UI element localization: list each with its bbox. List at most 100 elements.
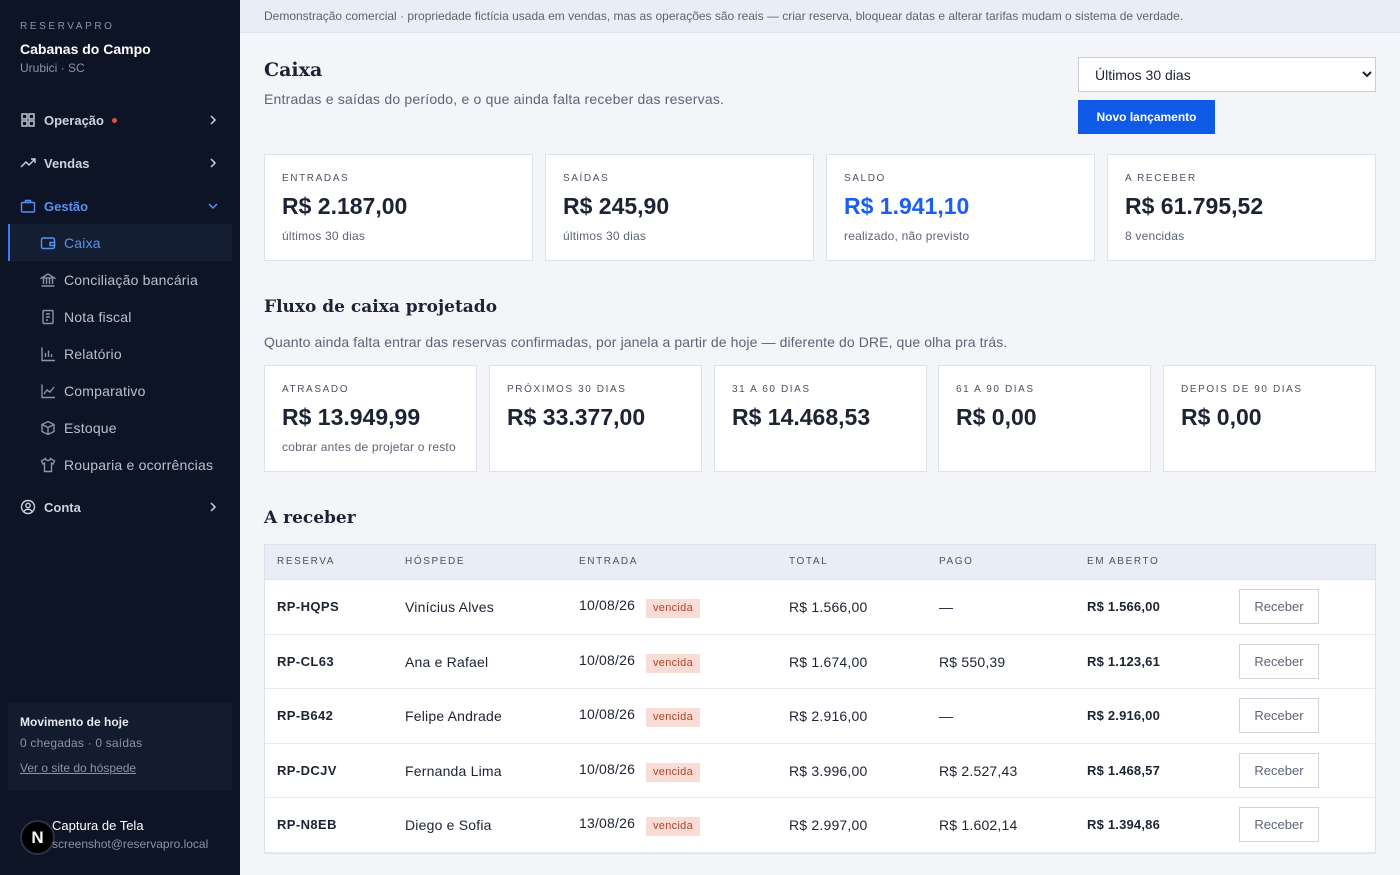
status-badge: vencida bbox=[646, 599, 701, 618]
receive-button[interactable]: Receber bbox=[1239, 643, 1319, 679]
today-summary-card: Movimento de hoje 0 chegadas · 0 saídas … bbox=[8, 703, 232, 791]
total-amount: R$ 1.674,00 bbox=[789, 653, 868, 670]
table-row: RP-DCJV Fernanda Lima 10/08/26 vencida R… bbox=[265, 744, 1375, 798]
reservation-code[interactable]: RP-DCJV bbox=[277, 763, 337, 778]
sidebar-item-label: Rouparia e ocorrências bbox=[64, 456, 214, 473]
projection-card-30-dias: PRÓXIMOS 30 DIAS R$ 33.377,00 bbox=[489, 365, 702, 472]
paid-amount: — bbox=[939, 708, 954, 724]
receivables-table: RESERVA HÓSPEDE ENTRADA TOTAL PAGO EM AB… bbox=[264, 544, 1376, 854]
kpi-value: R$ 1.941,10 bbox=[844, 193, 970, 219]
user-name: Captura de Tela bbox=[52, 818, 144, 833]
nav-group-gestao[interactable]: Gestão bbox=[8, 190, 232, 222]
status-badge: vencida bbox=[646, 653, 701, 673]
guest-name: Diego e Sofia bbox=[405, 817, 492, 833]
column-header: RESERVA bbox=[277, 556, 336, 567]
checkin-date: 10/08/26 bbox=[579, 760, 636, 777]
status-badge: vencida bbox=[646, 708, 701, 727]
sidebar-item-rouparia[interactable]: Rouparia e ocorrências bbox=[8, 446, 232, 483]
projection-title: Fluxo de caixa projetado bbox=[264, 297, 498, 317]
kpi-label: SAÍDAS bbox=[563, 173, 610, 184]
sidebar-item-label: Relatório bbox=[64, 345, 122, 362]
column-header: EM ABERTO bbox=[1087, 556, 1160, 567]
property-location: Urubici · SC bbox=[20, 61, 85, 75]
projection-value: R$ 0,00 bbox=[1181, 404, 1262, 430]
sidebar-item-conciliacao[interactable]: Conciliação bancária bbox=[8, 261, 232, 298]
property-name: Cabanas do Campo bbox=[20, 41, 151, 57]
nav-group-label: Conta bbox=[44, 499, 81, 515]
nav-group-operacao[interactable]: Operação bbox=[8, 104, 232, 136]
alert-dot bbox=[111, 117, 117, 123]
projection-label: PRÓXIMOS 30 DIAS bbox=[507, 384, 627, 395]
sidebar-item-label: Estoque bbox=[64, 419, 117, 436]
total-amount: R$ 2.997,00 bbox=[789, 817, 868, 833]
kpi-note: 8 vencidas bbox=[1125, 229, 1185, 243]
guest-name: Ana e Rafael bbox=[405, 653, 489, 670]
guest-site-link[interactable]: Ver o site do hóspede bbox=[20, 761, 136, 775]
guest-name: Felipe Andrade bbox=[405, 708, 502, 724]
column-header: ENTRADA bbox=[579, 556, 638, 567]
sidebar-item-nota-fiscal[interactable]: Nota fiscal bbox=[8, 298, 232, 335]
nav-group-conta[interactable]: Conta bbox=[8, 491, 232, 523]
grid-icon bbox=[20, 112, 36, 128]
open-amount: R$ 1.468,57 bbox=[1087, 762, 1161, 778]
bank-icon bbox=[40, 272, 56, 288]
guest-name: Vinícius Alves bbox=[405, 599, 494, 615]
demo-banner: Demonstração comercial · propriedade fic… bbox=[240, 0, 1400, 33]
period-select[interactable]: Últimos 30 dias bbox=[1078, 57, 1376, 92]
receive-button[interactable]: Receber bbox=[1239, 807, 1319, 842]
open-amount: R$ 1.394,86 bbox=[1087, 817, 1161, 832]
receive-button[interactable]: Receber bbox=[1239, 589, 1319, 624]
kpi-label: A RECEBER bbox=[1125, 173, 1197, 184]
sidebar-item-comparativo[interactable]: Comparativo bbox=[8, 372, 232, 409]
kpi-label: ENTRADAS bbox=[282, 173, 350, 184]
reservation-code[interactable]: RP-HQPS bbox=[277, 599, 339, 614]
sidebar: RESERVAPRO Cabanas do Campo Urubici · SC… bbox=[0, 0, 240, 875]
projection-value: R$ 0,00 bbox=[956, 404, 1037, 430]
table-row: RP-B642 Felipe Andrade 10/08/26 vencida … bbox=[265, 689, 1375, 744]
nav-group-label: Operação bbox=[44, 112, 104, 128]
column-header: PAGO bbox=[939, 556, 974, 567]
projection-label: 31 A 60 DIAS bbox=[732, 384, 811, 395]
today-title: Movimento de hoje bbox=[20, 715, 129, 729]
briefcase-icon bbox=[20, 198, 36, 214]
paid-amount: R$ 550,39 bbox=[939, 653, 1006, 670]
sidebar-item-caixa[interactable]: Caixa bbox=[8, 224, 232, 261]
reservation-code[interactable]: RP-B642 bbox=[277, 708, 333, 723]
table-row: RP-HQPS Vinícius Alves 10/08/26 vencida … bbox=[265, 580, 1375, 635]
avatar: N bbox=[20, 820, 55, 855]
checkin-date: 10/08/26 bbox=[579, 597, 636, 613]
paid-amount: — bbox=[939, 599, 954, 615]
new-entry-button[interactable]: Novo lançamento bbox=[1078, 100, 1215, 134]
receive-button[interactable]: Receber bbox=[1239, 752, 1319, 788]
nav-group-label: Gestão bbox=[44, 198, 89, 214]
projection-label: DEPOIS DE 90 DIAS bbox=[1181, 384, 1303, 395]
kpi-card-saldo: SALDO R$ 1.941,10 realizado, não previst… bbox=[826, 154, 1095, 261]
projection-value: R$ 33.377,00 bbox=[507, 404, 646, 430]
reservation-code[interactable]: RP-N8EB bbox=[277, 817, 337, 832]
paid-amount: R$ 2.527,43 bbox=[939, 762, 1018, 779]
line-chart-icon bbox=[40, 383, 56, 399]
nav-group-label: Vendas bbox=[44, 155, 90, 171]
sidebar-item-label: Conciliação bancária bbox=[64, 271, 198, 288]
projection-label: 61 A 90 DIAS bbox=[956, 384, 1035, 395]
sidebar-item-label: Caixa bbox=[64, 234, 101, 251]
projection-subtitle: Quanto ainda falta entrar das reservas c… bbox=[264, 334, 1008, 350]
sidebar-item-relatorio[interactable]: Relatório bbox=[8, 335, 232, 372]
kpi-value: R$ 245,90 bbox=[563, 193, 670, 219]
column-header: TOTAL bbox=[789, 556, 829, 567]
open-amount: R$ 1.566,00 bbox=[1087, 599, 1161, 614]
receive-button[interactable]: Receber bbox=[1239, 698, 1319, 733]
user-profile[interactable]: N Captura de Tela screenshot@reservapro.… bbox=[20, 818, 232, 858]
kpi-note: últimos 30 dias bbox=[563, 229, 647, 243]
table-row: RP-CL63 Ana e Rafael 10/08/26 vencida R$… bbox=[265, 635, 1375, 689]
total-amount: R$ 1.566,00 bbox=[789, 599, 868, 615]
reservation-code[interactable]: RP-CL63 bbox=[277, 654, 334, 669]
nav-group-vendas[interactable]: Vendas bbox=[8, 147, 232, 179]
shirt-icon bbox=[40, 456, 56, 473]
package-icon bbox=[40, 420, 56, 436]
sidebar-item-estoque[interactable]: Estoque bbox=[8, 409, 232, 446]
sidebar-item-label: Comparativo bbox=[64, 382, 146, 399]
chevron-right-icon bbox=[206, 113, 220, 127]
projection-note: cobrar antes de projetar o resto bbox=[282, 440, 456, 454]
chevron-right-icon bbox=[206, 500, 220, 514]
